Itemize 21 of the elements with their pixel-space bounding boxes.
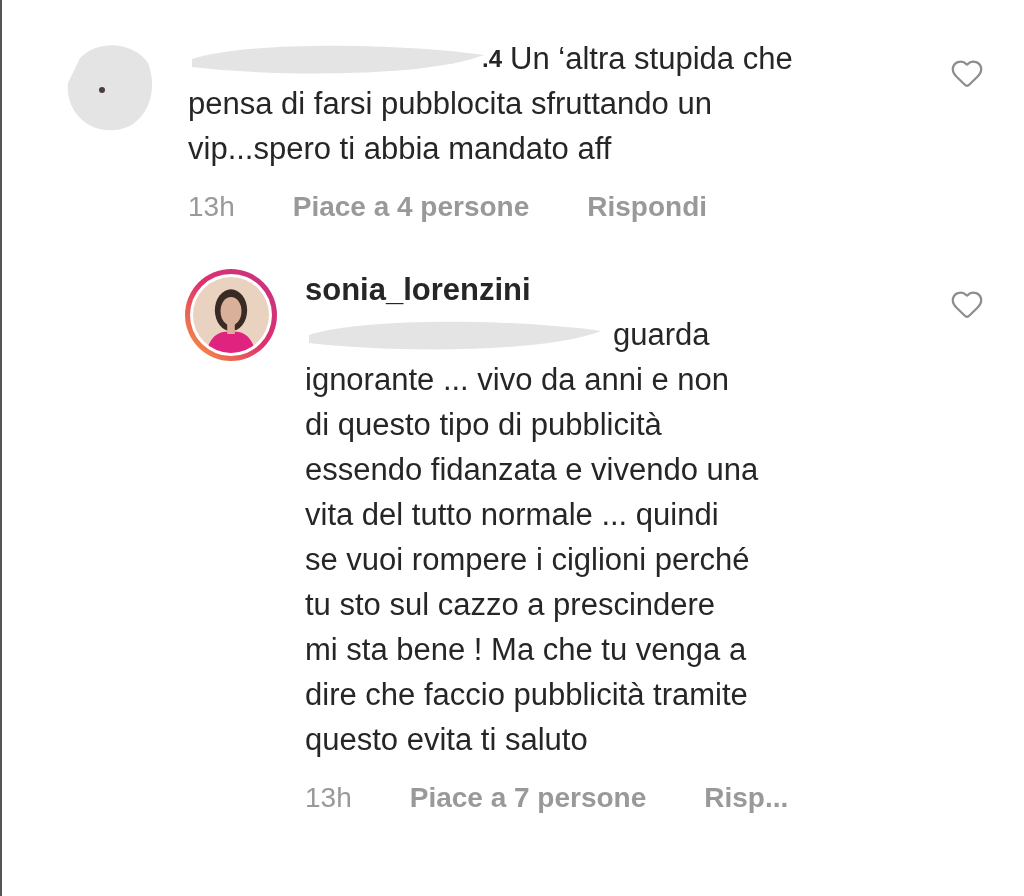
comment-line: ignorante ... vivo da anni e non xyxy=(305,361,729,399)
comment-time: 13h xyxy=(188,190,235,224)
comment-line: tu sto sul cazzo a prescindere xyxy=(305,586,716,624)
username[interactable]: sonia_lorenzini xyxy=(305,267,531,312)
comment-line: Un ‘altra stupida che xyxy=(510,40,793,78)
reply-button[interactable]: Rispondi xyxy=(587,189,708,225)
comment-line: pensa di farsi pubblocita sfruttando un xyxy=(188,85,712,123)
likes-count[interactable]: Piace a 7 persone xyxy=(409,780,647,816)
comment-line: essendo fidanzata e vivendo una xyxy=(305,451,759,489)
username[interactable]: .4 xyxy=(482,36,502,81)
comment-line: vip...spero ti abbia mandato aff xyxy=(188,130,612,168)
comment-line: mi sta bene ! Ma che tu venga a xyxy=(305,631,747,669)
comment-line: di questo tipo di pubblicità xyxy=(305,406,662,444)
reply-button[interactable]: Risp... xyxy=(704,780,789,816)
comment-line: vita del tutto normale ... quindi xyxy=(305,496,719,534)
comment-time: 13h xyxy=(305,781,352,815)
comment-line: guarda xyxy=(613,316,710,354)
comment-line: questo evita ti saluto xyxy=(305,721,588,759)
likes-count[interactable]: Piace a 4 persone xyxy=(292,189,530,225)
comment-line: dire che faccio pubblicità tramite xyxy=(305,676,748,714)
comment-line: se vuoi rompere i ciglioni perché xyxy=(305,541,750,579)
